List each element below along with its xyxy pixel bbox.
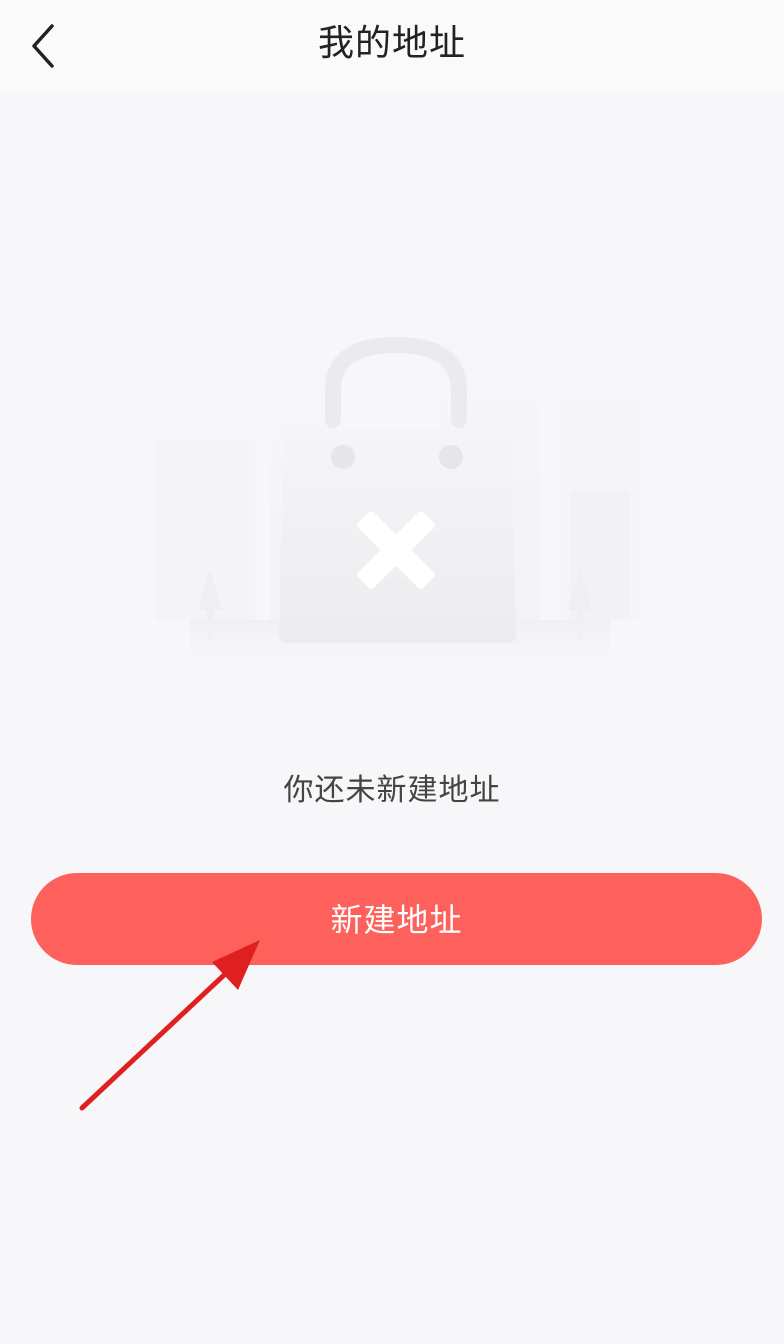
empty-shopping-bag-icon	[155, 270, 640, 680]
annotation-arrow-icon	[79, 940, 260, 1111]
empty-state-message: 你还未新建地址	[283, 773, 501, 808]
top-nav-bar: 我的地址	[0, 0, 784, 92]
page-title: 我的地址	[317, 23, 466, 64]
